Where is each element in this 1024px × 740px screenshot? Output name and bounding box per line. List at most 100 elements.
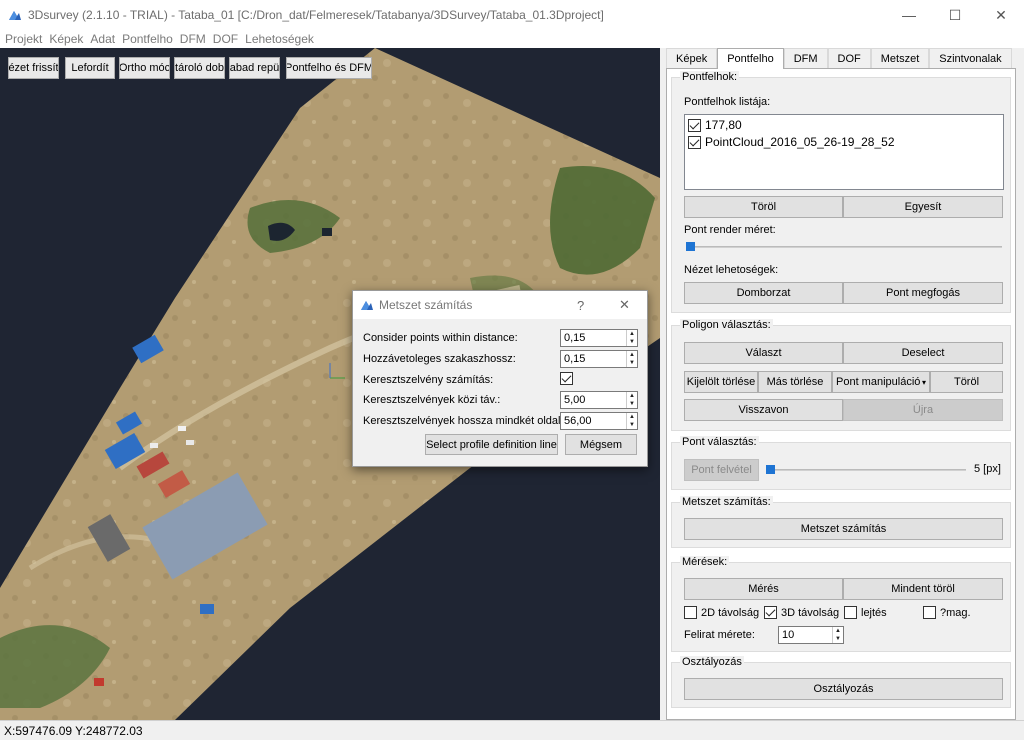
spin-up-icon[interactable]: ▲ <box>627 351 637 359</box>
cross-section-length-value: 56,00 <box>564 415 592 427</box>
list-item[interactable]: 177,80 <box>688 118 742 132</box>
measure-group-label: Mérések: <box>680 556 730 568</box>
delete-selected-button[interactable]: Kijelölt törlése <box>684 371 758 393</box>
distance-3d-label: 3D távolság <box>781 606 840 619</box>
cross-section-length-input[interactable]: 56,00 ▲ ▼ <box>560 412 638 430</box>
pointcloud-dfm-button[interactable]: Pontfelho és DFM <box>286 57 372 79</box>
render-size-handle[interactable] <box>686 242 695 251</box>
tab-szintvonalak[interactable]: Szintvonalak <box>929 48 1012 68</box>
slope-checkbox[interactable] <box>844 606 857 619</box>
menu-dfm[interactable]: DFM <box>180 32 206 46</box>
deselect-button[interactable]: Deselect <box>843 342 1003 364</box>
point-manipulation-dropdown[interactable]: Pont manipuláció ▾ <box>832 371 930 393</box>
relief-button[interactable]: Domborzat <box>684 282 843 304</box>
tab-kepek[interactable]: Képek <box>666 48 718 68</box>
point-snap-button[interactable]: Pont megfogás <box>843 282 1003 304</box>
tab-dfm[interactable]: DFM <box>783 48 828 68</box>
side-panel: Képek Pontfelho DFM DOF Metszet Szintvon… <box>664 48 1024 720</box>
clear-all-button[interactable]: Mindent töröl <box>843 578 1003 600</box>
minimize-button[interactable]: — <box>886 0 932 30</box>
redo-button[interactable]: Újra <box>843 399 1003 421</box>
tab-pontfelho[interactable]: Pontfelho <box>717 48 784 69</box>
3d-viewport[interactable]: ézet frissít Lefordít Ortho móc tároló d… <box>0 48 660 720</box>
pointclouds-list[interactable]: 177,80 PointCloud_2016_05_26-19_28_52 <box>684 114 1004 190</box>
distance-2d-option[interactable]: 2D távolság <box>684 606 759 619</box>
help-icon[interactable]: ? <box>577 298 584 313</box>
spin-down-icon[interactable]: ▼ <box>627 421 637 429</box>
distance-3d-option[interactable]: 3D távolság <box>764 606 839 619</box>
spin-down-icon[interactable]: ▼ <box>627 338 637 346</box>
select-profile-line-button[interactable]: Select profile definition line <box>425 434 558 455</box>
flip-button[interactable]: Lefordít <box>65 57 115 79</box>
distance-2d-checkbox[interactable] <box>684 606 697 619</box>
point-select-group-label: Pont választás: <box>680 436 759 448</box>
slope-option[interactable]: lejtés <box>844 606 887 619</box>
spin-down-icon[interactable]: ▼ <box>627 400 637 408</box>
spin-up-icon[interactable]: ▲ <box>627 330 637 338</box>
refresh-view-button[interactable]: ézet frissít <box>8 57 59 79</box>
free-flight-button[interactable]: abad repü <box>229 57 280 79</box>
delete-pointcloud-button[interactable]: Töröl <box>684 196 843 218</box>
menu-adat[interactable]: Adat <box>90 32 115 46</box>
tab-metszet[interactable]: Metszet <box>870 48 930 68</box>
menu-lehetosegek[interactable]: Lehetoségek <box>245 32 314 46</box>
pointcloud-checkbox[interactable] <box>688 135 701 149</box>
distance-input[interactable]: 0,15 ▲ ▼ <box>560 329 638 347</box>
undo-button[interactable]: Visszavon <box>684 399 843 421</box>
polygon-group-label: Poligon választás: <box>680 319 773 331</box>
app-logo-icon <box>9 11 21 20</box>
render-size-slider[interactable] <box>686 246 1002 248</box>
window-title: 3Dsurvey (2.1.10 - TRIAL) - Tataba_01 [C… <box>28 8 604 22</box>
section-group-label: Metszet számítás: <box>680 496 773 508</box>
point-size-slider[interactable] <box>766 469 966 471</box>
container-button[interactable]: tároló dob <box>174 57 225 79</box>
point-size-handle[interactable] <box>766 465 775 474</box>
font-size-label: Felirat mérete: <box>684 629 755 641</box>
pick-point-button[interactable]: Pont felvétel <box>684 459 759 481</box>
cross-section-checkbox[interactable] <box>560 372 573 385</box>
height-option[interactable]: ?mag. <box>923 606 971 619</box>
pointcloud-label: PointCloud_2016_05_26-19_28_52 <box>705 135 895 149</box>
status-bar: X:597476.09 Y:248772.03 <box>0 720 1024 740</box>
delete-other-button[interactable]: Más törlése <box>758 371 832 393</box>
polygon-group: Poligon választás: Választ Deselect Kije… <box>671 319 1011 431</box>
spin-up-icon[interactable]: ▲ <box>833 627 843 635</box>
slope-label: lejtés <box>861 606 887 619</box>
menu-projekt[interactable]: Projekt <box>5 32 42 46</box>
segment-length-input[interactable]: 0,15 ▲ ▼ <box>560 350 638 368</box>
menu-dof[interactable]: DOF <box>213 32 238 46</box>
classify-button[interactable]: Osztályozás <box>684 678 1003 700</box>
maximize-button[interactable]: ☐ <box>932 0 978 30</box>
spin-up-icon[interactable]: ▲ <box>627 392 637 400</box>
coordinates-readout: X:597476.09 Y:248772.03 <box>4 723 143 738</box>
select-button[interactable]: Választ <box>684 342 843 364</box>
tab-dof[interactable]: DOF <box>827 48 871 68</box>
polygon-delete-button[interactable]: Töröl <box>930 371 1003 393</box>
spin-down-icon[interactable]: ▼ <box>627 359 637 367</box>
merge-pointcloud-button[interactable]: Egyesít <box>843 196 1003 218</box>
section-dialog: Metszet számítás ? ✕ Consider points wit… <box>352 290 648 467</box>
pointcloud-label: 177,80 <box>705 118 742 132</box>
menu-pontfelho[interactable]: Pontfelho <box>122 32 173 46</box>
spin-down-icon[interactable]: ▼ <box>833 635 843 643</box>
section-compute-button[interactable]: Metszet számítás <box>684 518 1003 540</box>
tab-bar: Képek Pontfelho DFM DOF Metszet Szintvon… <box>666 48 1012 69</box>
list-item[interactable]: PointCloud_2016_05_26-19_28_52 <box>688 135 895 149</box>
pointclouds-list-label: Pontfelhok listája: <box>684 96 771 108</box>
measure-button[interactable]: Mérés <box>684 578 843 600</box>
spin-up-icon[interactable]: ▲ <box>627 413 637 421</box>
dialog-title: Metszet számítás <box>379 298 473 312</box>
dialog-close-button[interactable]: ✕ <box>619 297 630 313</box>
menu-kepek[interactable]: Képek <box>49 32 83 46</box>
pointclouds-group-label: Pontfelhok: <box>680 71 740 83</box>
cancel-button[interactable]: Mégsem <box>565 434 637 455</box>
pointcloud-checkbox[interactable] <box>688 118 701 132</box>
font-size-input[interactable]: 10 ▲ ▼ <box>778 626 844 644</box>
cross-section-spacing-input[interactable]: 5,00 ▲ ▼ <box>560 391 638 409</box>
height-checkbox[interactable] <box>923 606 936 619</box>
point-manipulation-label: Pont manipuláció <box>836 376 921 388</box>
menu-bar: Projekt Képek Adat Pontfelho DFM DOF Leh… <box>0 30 1024 48</box>
ortho-mode-button[interactable]: Ortho móc <box>119 57 170 79</box>
distance-3d-checkbox[interactable] <box>764 606 777 619</box>
close-window-button[interactable]: ✕ <box>978 0 1024 30</box>
